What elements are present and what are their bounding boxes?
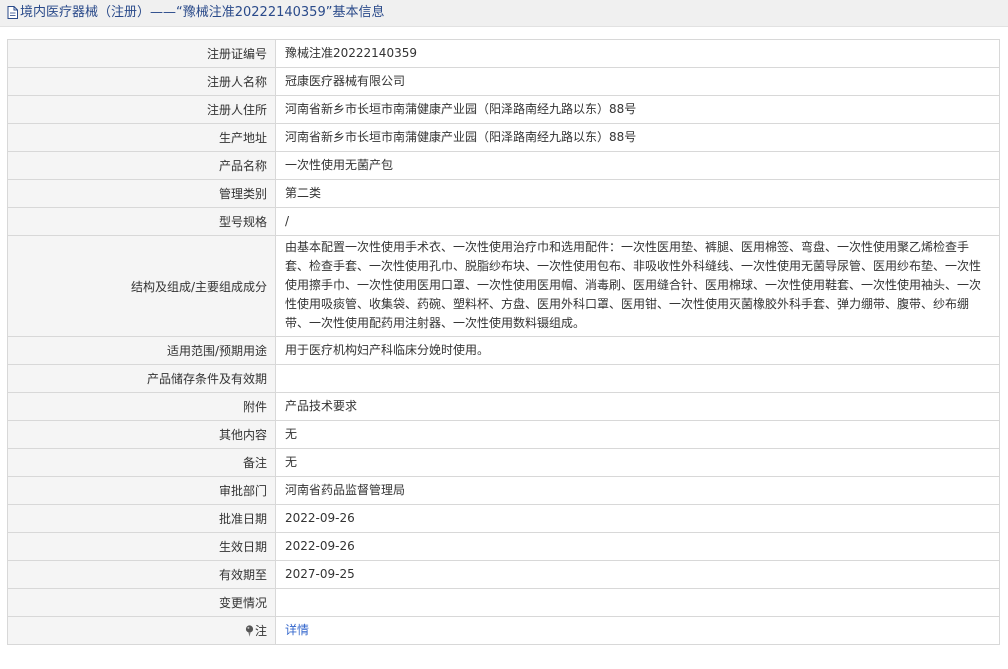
table-row: 注册证编号 豫械注准20222140359 — [7, 39, 1000, 68]
row-value: 无 — [275, 448, 1000, 477]
row-label: 附件 — [7, 392, 276, 421]
row-label: 生产地址 — [7, 123, 276, 152]
row-value: 河南省药品监督管理局 — [275, 476, 1000, 505]
table-row: 产品储存条件及有效期 — [7, 364, 1000, 393]
table-row: 产品名称 一次性使用无菌产包 — [7, 151, 1000, 180]
row-label: 变更情况 — [7, 588, 276, 617]
row-label: 批准日期 — [7, 504, 276, 533]
table-row: 适用范围/预期用途 用于医疗机构妇产科临床分娩时使用。 — [7, 336, 1000, 365]
table-row: 附件 产品技术要求 — [7, 392, 1000, 421]
row-label: 结构及组成/主要组成成分 — [7, 235, 276, 337]
table-row: 注册人名称 冠康医疗器械有限公司 — [7, 67, 1000, 96]
row-value: / — [275, 207, 1000, 236]
table-row: 型号规格 / — [7, 207, 1000, 236]
row-value: 第二类 — [275, 179, 1000, 208]
row-value: 由基本配置一次性使用手术衣、一次性使用治疗巾和选用配件：一次性医用垫、裤腿、医用… — [275, 235, 1000, 337]
details-link[interactable]: 详情 — [285, 623, 309, 637]
table-row: 备注 无 — [7, 448, 1000, 477]
row-label: 有效期至 — [7, 560, 276, 589]
page-title: 境内医疗器械（注册）——“豫械注准20222140359”基本信息 — [20, 5, 385, 20]
table-row: 管理类别 第二类 — [7, 179, 1000, 208]
document-icon — [7, 6, 18, 19]
row-label: 管理类别 — [7, 179, 276, 208]
row-value: 豫械注准20222140359 — [275, 39, 1000, 68]
note-label: 注 — [7, 616, 276, 645]
row-value: 一次性使用无菌产包 — [275, 151, 1000, 180]
row-label: 生效日期 — [7, 532, 276, 561]
row-label: 产品储存条件及有效期 — [7, 364, 276, 393]
row-label: 型号规格 — [7, 207, 276, 236]
row-value: 河南省新乡市长垣市南蒲健康产业园（阳泽路南经九路以东）88号 — [275, 123, 1000, 152]
row-label: 其他内容 — [7, 420, 276, 449]
table-row: 审批部门 河南省药品监督管理局 — [7, 476, 1000, 505]
table-row: 生产地址 河南省新乡市长垣市南蒲健康产业园（阳泽路南经九路以东）88号 — [7, 123, 1000, 152]
row-value: 产品技术要求 — [275, 392, 1000, 421]
table-row: 有效期至 2027-09-25 — [7, 560, 1000, 589]
table-row: 其他内容 无 — [7, 420, 1000, 449]
row-value: 无 — [275, 420, 1000, 449]
row-value — [275, 364, 1000, 393]
table-row: 批准日期 2022-09-26 — [7, 504, 1000, 533]
row-label: 注册人名称 — [7, 67, 276, 96]
pin-icon — [245, 624, 254, 640]
table-row: 注册人住所 河南省新乡市长垣市南蒲健康产业园（阳泽路南经九路以东）88号 — [7, 95, 1000, 124]
table-row: 结构及组成/主要组成成分 由基本配置一次性使用手术衣、一次性使用治疗巾和选用配件… — [7, 235, 1000, 337]
row-value: 2022-09-26 — [275, 504, 1000, 533]
note-label-text: 注 — [254, 623, 267, 638]
page-title-bar: 境内医疗器械（注册）——“豫械注准20222140359”基本信息 — [0, 0, 1008, 27]
row-label: 备注 — [7, 448, 276, 477]
row-value: 冠康医疗器械有限公司 — [275, 67, 1000, 96]
row-label: 审批部门 — [7, 476, 276, 505]
row-value: 河南省新乡市长垣市南蒲健康产业园（阳泽路南经九路以东）88号 — [275, 95, 1000, 124]
row-label: 注册人住所 — [7, 95, 276, 124]
row-value: 2022-09-26 — [275, 532, 1000, 561]
row-value: 2027-09-25 — [275, 560, 1000, 589]
row-value: 用于医疗机构妇产科临床分娩时使用。 — [275, 336, 1000, 365]
row-label: 注册证编号 — [7, 39, 276, 68]
table-row: 注 详情 — [7, 616, 1000, 645]
table-row: 变更情况 — [7, 588, 1000, 617]
row-label: 适用范围/预期用途 — [7, 336, 276, 365]
info-table: 注册证编号 豫械注准20222140359 注册人名称 冠康医疗器械有限公司 注… — [7, 39, 1000, 645]
row-value — [275, 588, 1000, 617]
row-label: 产品名称 — [7, 151, 276, 180]
table-row: 生效日期 2022-09-26 — [7, 532, 1000, 561]
note-value: 详情 — [275, 616, 1000, 645]
